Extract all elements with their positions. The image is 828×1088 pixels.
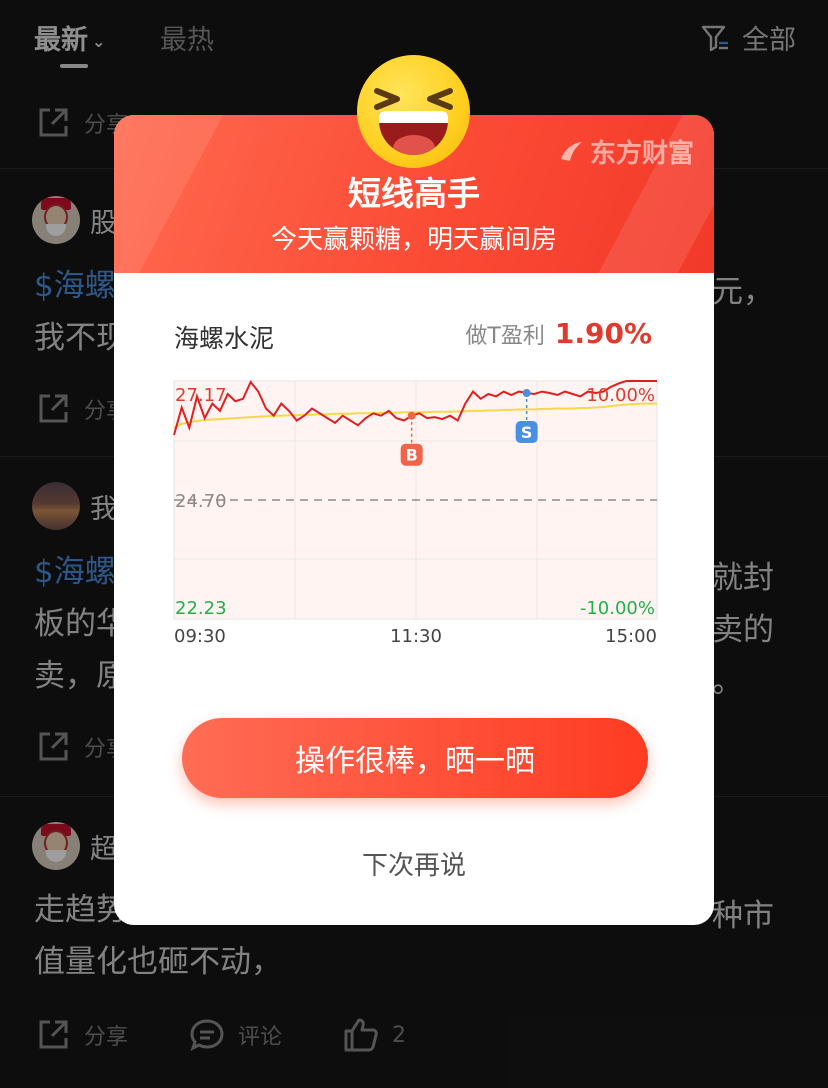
pct-low-label: -10.00%	[580, 598, 655, 619]
pct-high-label: 10.00%	[586, 385, 655, 406]
laughing-emoji-icon	[357, 55, 470, 168]
trade-marker-label: B	[406, 446, 418, 465]
x-tick-label: 09:30	[174, 626, 226, 647]
y-mid-label: 24.70	[175, 491, 227, 512]
x-tick-label: 15:00	[605, 626, 657, 647]
y-high-label: 27.17	[175, 385, 227, 406]
trade-point	[407, 411, 416, 420]
share-result-button[interactable]: 操作很棒，晒一晒	[182, 718, 648, 798]
trade-point	[522, 389, 531, 398]
trading-result-modal: 东方财富 短线高手 今天赢颗糖，明天赢间房 海螺水泥 做T盈利 1.90% BS…	[114, 115, 714, 925]
intraday-chart: B S 27.17 24.70 22.23 10.00% -10.00% 09:3…	[173, 380, 658, 647]
trade-marker-label: S	[521, 423, 533, 442]
x-tick-label: 11:30	[390, 626, 442, 647]
dismiss-button[interactable]: 下次再说	[114, 845, 714, 882]
share-result-label: 操作很棒，晒一晒	[295, 744, 535, 779]
y-low-label: 22.23	[175, 598, 227, 619]
dismiss-label: 下次再说	[361, 851, 466, 881]
